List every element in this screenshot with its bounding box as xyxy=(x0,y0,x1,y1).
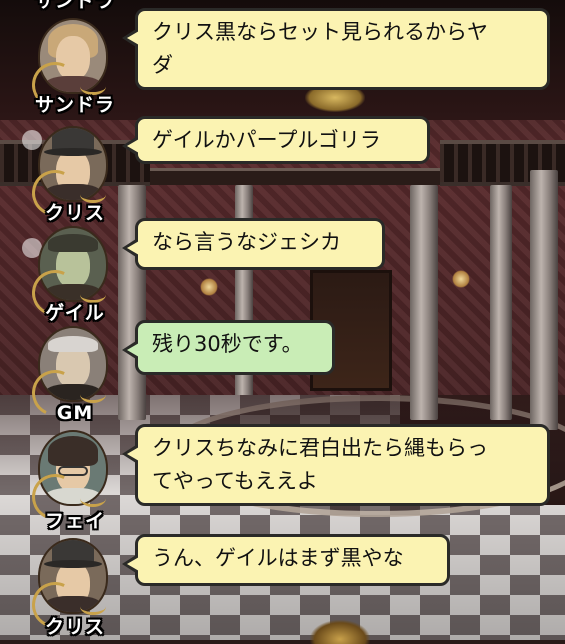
speaker-name: サンドラ xyxy=(34,94,115,116)
hair xyxy=(48,436,98,466)
chat-log[interactable]: サンドラ サンドラ クリス黒ならセット見られるからヤ ダ クリス ゲイルかパープ… xyxy=(0,0,565,644)
speaker-name: クリス xyxy=(44,202,105,224)
message-bubble: なら言うなジェシカ xyxy=(122,218,385,270)
bottom-gold-ornament xyxy=(310,620,370,644)
message-line: クリス黒ならセット見られるからヤ xyxy=(152,20,488,44)
message-line: てやってもええよ xyxy=(152,469,318,493)
message-line: クリスちなみに君白出たら縄もらっ xyxy=(152,436,488,460)
message-bubble: うん、ゲイルはまず黒やな xyxy=(122,534,450,586)
message-line: ゲイルかパープルゴリラ xyxy=(152,128,381,152)
speaker-name: GM xyxy=(56,402,94,424)
gold-scroll-ornament xyxy=(80,490,106,507)
hair xyxy=(48,336,98,352)
message-bubble: クリスちなみに君白出たら縄もらっ てやってもええよ xyxy=(122,424,550,506)
speaker-name-partial: サンドラ xyxy=(34,0,115,12)
speaker-name: フェイ xyxy=(44,510,105,532)
message-bubble: ゲイルかパープルゴリラ xyxy=(122,116,430,164)
hair xyxy=(48,234,98,252)
gold-scroll-ornament xyxy=(80,386,106,403)
hat-brim xyxy=(44,148,102,156)
hat-brim xyxy=(44,560,102,568)
message-line: 残り30秒です。 xyxy=(152,332,303,356)
message-bubble: クリス黒ならセット見られるからヤ ダ xyxy=(122,8,550,90)
message-line: なら言うなジェシカ xyxy=(152,230,341,254)
message-line: うん、ゲイルはまず黒やな xyxy=(152,546,404,570)
message-line: ダ xyxy=(152,53,173,77)
speaker-name: ゲイル xyxy=(45,302,105,324)
gm-message-bubble: 残り30秒です。 xyxy=(122,320,335,375)
speaker-name: クリス xyxy=(44,616,105,638)
